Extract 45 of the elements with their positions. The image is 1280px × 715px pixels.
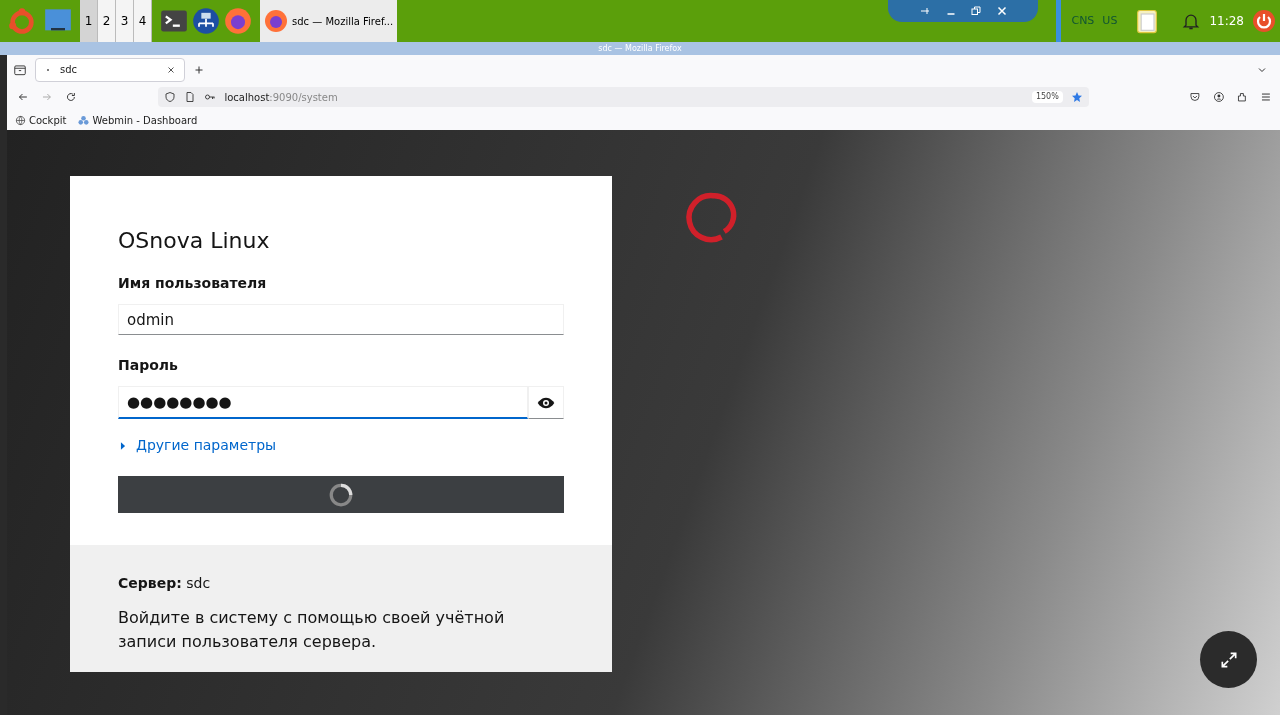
pin-icon[interactable] <box>919 5 932 17</box>
reload-icon[interactable] <box>64 91 77 103</box>
globe-icon <box>15 114 26 126</box>
spinner-icon <box>328 481 354 508</box>
tab-title: sdc <box>60 63 79 77</box>
password-field[interactable]: ●●●●●●●● <box>118 386 528 420</box>
shield-icon[interactable] <box>164 91 177 103</box>
browser-icon <box>264 9 288 33</box>
network-icon[interactable] <box>192 7 220 35</box>
taskbar-window-button[interactable]: sdc — Mozilla Firef... <box>260 0 398 42</box>
tab-list-icon[interactable] <box>13 62 27 77</box>
cluster-icon <box>78 114 90 126</box>
url-text: localhost:9090/system <box>224 90 339 105</box>
workspace-button[interactable]: 3 <box>116 0 134 42</box>
close-icon[interactable] <box>166 64 176 75</box>
more-options-toggle[interactable]: Другие параметры <box>118 435 277 457</box>
clock: 11:28 <box>1209 13 1244 30</box>
menu-icon[interactable] <box>1260 91 1272 103</box>
pocket-icon[interactable] <box>1188 91 1201 103</box>
close-icon[interactable] <box>995 5 1008 17</box>
star-icon[interactable] <box>1070 91 1083 103</box>
login-hint: Войдите в систему с помощью своей учётной записи пользователя сервера. <box>118 607 506 653</box>
browser-tab[interactable]: sdc <box>35 57 185 82</box>
server-info: Сервер: sdc <box>118 574 212 593</box>
power-icon[interactable] <box>1252 9 1276 33</box>
fullscreen-button[interactable] <box>1200 631 1257 688</box>
extensions-icon[interactable] <box>1236 91 1249 103</box>
workspace-button[interactable]: 4 <box>134 0 152 42</box>
window-title: sdc — Mozilla Firefox <box>598 42 682 55</box>
account-icon[interactable] <box>1212 91 1225 103</box>
zoom-level[interactable]: 150% <box>1031 91 1063 103</box>
bookmark-link[interactable]: Cockpit <box>15 112 67 128</box>
bookmark-link[interactable]: Webmin - Dashboard <box>78 112 198 128</box>
key-icon[interactable] <box>204 91 217 103</box>
restore-icon[interactable] <box>970 5 983 17</box>
workspace-button[interactable]: 2 <box>98 0 116 42</box>
address-bar[interactable]: localhost:9090/system 150% <box>158 87 1089 107</box>
login-title: OSnova Linux <box>118 227 271 255</box>
field-label: Пароль <box>118 356 179 376</box>
username-field[interactable]: odmin <box>118 304 564 336</box>
page-icon[interactable] <box>184 91 197 103</box>
back-icon[interactable] <box>17 91 29 103</box>
field-label: Имя пользователя <box>118 274 268 293</box>
show-password-button[interactable] <box>528 386 564 420</box>
workspace-button[interactable]: 1 <box>80 0 98 42</box>
